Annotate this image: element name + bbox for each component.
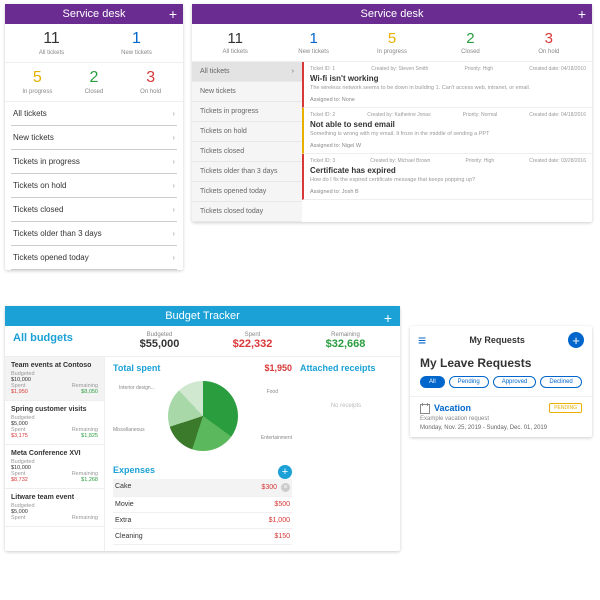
total-spent-value: $1,950 (264, 363, 292, 377)
chevron-right-icon: › (172, 133, 175, 142)
title: Service desk (361, 8, 424, 20)
budget-item[interactable]: Meta Conference XVIBudgeted$10,000SpentR… (5, 445, 104, 489)
stats-row-2: 5In progress2Closed3On hold (5, 63, 183, 102)
budget-item[interactable]: Litware team eventBudgeted$5,000SpentRem… (5, 489, 104, 527)
sidebar-category[interactable]: Tickets closed (192, 142, 302, 162)
sidebar-category[interactable]: Tickets in progress (192, 102, 302, 122)
stat[interactable]: 3On hold (510, 30, 588, 55)
expenses-label: Expenses (113, 465, 155, 475)
sidebar-category[interactable]: All tickets› (192, 62, 302, 82)
title: Budget Tracker (165, 310, 240, 322)
stat[interactable]: 2Closed (431, 30, 509, 55)
my-requests: ≡ My Requests + My Leave Requests All Pen… (410, 326, 592, 437)
budget-item[interactable]: Spring customer visitsBudgeted$5,000Spen… (5, 401, 104, 445)
menu-item[interactable]: New tickets› (11, 126, 177, 150)
status-badge: PENDING (549, 403, 582, 413)
filter-pill[interactable]: All (420, 376, 445, 388)
chevron-right-icon: › (172, 109, 175, 118)
add-icon[interactable]: + (384, 310, 392, 326)
expense-row[interactable]: Cleaning$150 (113, 529, 292, 545)
sidebar-category[interactable]: Tickets opened today (192, 182, 302, 202)
title: Service desk (63, 8, 126, 20)
stat[interactable]: 5In progress (9, 69, 66, 95)
expense-row[interactable]: Extra$1,000 (113, 513, 292, 529)
header: Service desk + (5, 4, 183, 24)
stats-row: 11All tickets1New tickets5In progress2Cl… (192, 24, 592, 62)
stat[interactable]: 3On hold (122, 69, 179, 95)
budget-detail: Total spent $1,950 Interior design... Fo… (105, 357, 400, 551)
add-request-icon[interactable]: + (568, 332, 584, 348)
menu-item[interactable]: All tickets› (11, 102, 177, 126)
add-expense-icon[interactable]: + (278, 465, 292, 479)
ticket-list: Ticket ID: 1Created by: Steven SmithPrio… (302, 62, 592, 222)
header-title: My Requests (469, 335, 525, 345)
service-desk-wide: Service desk + 11All tickets1New tickets… (192, 4, 592, 222)
stat[interactable]: 2Closed (66, 69, 123, 95)
expense-list: Cake$300×Movie$500Extra$1,000Cleaning$15… (113, 479, 292, 545)
sidebar-category[interactable]: New tickets (192, 82, 302, 102)
menu-item[interactable]: Tickets closed› (11, 198, 177, 222)
header: Service desk + (192, 4, 592, 24)
add-icon[interactable]: + (169, 6, 177, 22)
menu-item[interactable]: Tickets opened today› (11, 246, 177, 270)
chevron-right-icon: › (172, 229, 175, 238)
all-budgets-label: All budgets (13, 332, 113, 350)
expense-row[interactable]: Cake$300× (113, 479, 292, 497)
attached-label: Attached receipts (300, 363, 392, 373)
stats-row-1: 11All tickets1New tickets (5, 24, 183, 63)
add-icon[interactable]: + (578, 6, 586, 22)
expense-row[interactable]: Movie$500 (113, 497, 292, 513)
category-sidebar: All tickets›New ticketsTickets in progre… (192, 62, 302, 222)
budget-summary: All budgets Budgeted$55,000 Spent$22,332… (5, 326, 400, 357)
ticket[interactable]: Ticket ID: 2Created by: Katherine JonasP… (302, 108, 592, 154)
no-receipts: No receipts (300, 403, 392, 409)
menu-item[interactable]: Tickets older than 3 days› (11, 222, 177, 246)
request-item[interactable]: Vacation PENDING Example vacation reques… (410, 396, 592, 437)
category-list: All tickets›New tickets›Tickets in progr… (5, 102, 183, 270)
chevron-right-icon: › (172, 205, 175, 214)
page-title: My Leave Requests (410, 354, 592, 376)
stat[interactable]: 5In progress (353, 30, 431, 55)
budget-tracker: Budget Tracker + All budgets Budgeted$55… (5, 306, 400, 551)
stat[interactable]: 11All tickets (196, 30, 274, 55)
chevron-right-icon: › (172, 253, 175, 262)
pie-chart: Interior design... Food Entertainment Mi… (113, 381, 292, 459)
stat[interactable]: 11All tickets (9, 30, 94, 56)
ticket[interactable]: Ticket ID: 3Created by: Michael BrownPri… (302, 154, 592, 200)
filter-pill[interactable]: Pending (449, 376, 489, 388)
chevron-right-icon: › (172, 157, 175, 166)
menu-item[interactable]: Tickets in progress› (11, 150, 177, 174)
budget-item[interactable]: Team events at ContosoBudgeted$10,000Spe… (5, 357, 104, 401)
calendar-icon (420, 404, 430, 414)
chevron-right-icon: › (172, 181, 175, 190)
service-desk-narrow: Service desk + 11All tickets1New tickets… (5, 4, 183, 270)
stat[interactable]: 1New tickets (94, 30, 179, 56)
sidebar-category[interactable]: Tickets on hold (192, 122, 302, 142)
filter-pill[interactable]: Declined (540, 376, 581, 388)
header: Budget Tracker + (5, 306, 400, 326)
filter-pill[interactable]: Approved (493, 376, 537, 388)
menu-item[interactable]: Tickets on hold› (11, 174, 177, 198)
sidebar-category[interactable]: Tickets older than 3 days (192, 162, 302, 182)
budget-list: Team events at ContosoBudgeted$10,000Spe… (5, 357, 105, 551)
menu-icon[interactable]: ≡ (418, 332, 426, 348)
sidebar-category[interactable]: Tickets closed today (192, 202, 302, 222)
delete-icon[interactable]: × (281, 483, 290, 492)
stat[interactable]: 1New tickets (274, 30, 352, 55)
ticket[interactable]: Ticket ID: 1Created by: Steven SmithPrio… (302, 62, 592, 108)
total-spent-label: Total spent (113, 363, 160, 373)
filter-pills: All Pending ApprovedDeclined (410, 376, 592, 396)
chevron-right-icon: › (292, 68, 294, 75)
